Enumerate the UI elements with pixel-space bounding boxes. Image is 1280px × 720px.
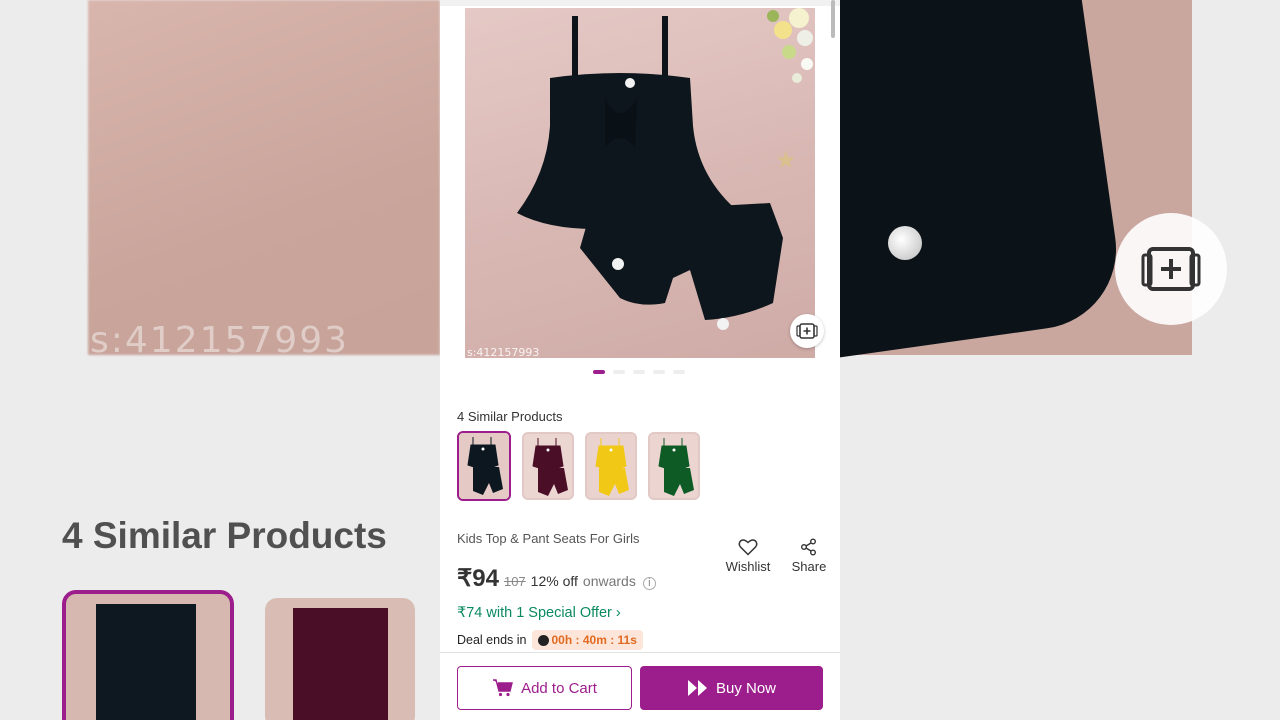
original-price: 107: [503, 574, 526, 589]
blurred-thumbnail: [62, 590, 234, 720]
share-icon: [801, 538, 816, 556]
bomb-icon: [537, 634, 549, 646]
scrollbar[interactable]: [831, 0, 835, 38]
similar-product-thumbnail[interactable]: [457, 431, 511, 501]
share-label: Share: [791, 559, 827, 574]
similar-product-thumbnail[interactable]: [585, 432, 637, 500]
carousel-dot[interactable]: [633, 370, 645, 374]
similar-product-thumbnail[interactable]: [522, 432, 574, 500]
blurred-right-panel: [840, 0, 1280, 720]
similar-products-title: 4 Similar Products: [457, 409, 563, 424]
special-offer-link[interactable]: ₹74 with 1 Special Offer ›: [457, 605, 621, 621]
buy-now-label: Buy Now: [715, 679, 777, 697]
similar-product-thumbnail[interactable]: [648, 432, 700, 500]
carousel-dot[interactable]: [613, 370, 625, 374]
blurred-pearl: [888, 226, 922, 260]
carousel-dot[interactable]: [593, 370, 605, 374]
phone-screen: ★ s:412157993 4 Similar Products Kids To…: [440, 0, 840, 720]
deal-label: Deal ends in: [457, 633, 527, 647]
flowers-decor: [767, 8, 813, 83]
wishlist-label: Wishlist: [725, 559, 771, 574]
blurred-product-image: [88, 0, 440, 355]
deal-timer-value: 00h : 40m : 11s: [551, 633, 637, 647]
double-chevron-icon: [687, 680, 707, 696]
similar-products-list: [457, 431, 700, 501]
product-title: Kids Top & Pant Seats For Girls: [457, 531, 640, 546]
buy-now-button[interactable]: Buy Now: [640, 666, 823, 710]
add-to-cart-button[interactable]: Add to Cart: [457, 666, 632, 710]
blurred-left-panel: s:412157993 4 Similar Products: [0, 0, 440, 720]
add-to-collection-button[interactable]: [790, 314, 824, 348]
share-button[interactable]: Share: [789, 538, 829, 574]
blurred-thumbnail: [265, 598, 415, 720]
deal-row: Deal ends in 00h : 40m : 11s: [457, 630, 643, 650]
deal-timer: 00h : 40m : 11s: [531, 630, 643, 650]
bottom-action-bar: Add to Cart Buy Now: [440, 652, 840, 720]
product-image[interactable]: ★ s:412157993: [465, 8, 815, 358]
info-icon[interactable]: i: [642, 576, 656, 590]
carousel-dot[interactable]: [653, 370, 665, 374]
cart-icon: [493, 679, 513, 697]
gallery-plus-icon: [796, 323, 818, 339]
image-carousel-dots[interactable]: [593, 370, 685, 374]
current-price: ₹94: [457, 565, 499, 592]
price-row: ₹94 107 12% off onwards i: [457, 564, 656, 593]
heart-icon: [738, 539, 758, 556]
blurred-zoom-icon: [1115, 213, 1227, 325]
image-watermark: s:412157993: [467, 346, 540, 358]
star-decor: ★: [775, 147, 797, 174]
blurred-watermark: s:412157993: [90, 320, 350, 361]
add-to-cart-label: Add to Cart: [521, 679, 597, 697]
wishlist-button[interactable]: Wishlist: [725, 538, 771, 574]
carousel-dot[interactable]: [673, 370, 685, 374]
blurred-similar-heading: 4 Similar Products: [62, 515, 387, 556]
onwards-label: onwards: [582, 573, 636, 589]
discount-label: 12% off: [530, 573, 578, 589]
blurred-dress: [840, 0, 1127, 359]
top-strip: [440, 0, 840, 6]
